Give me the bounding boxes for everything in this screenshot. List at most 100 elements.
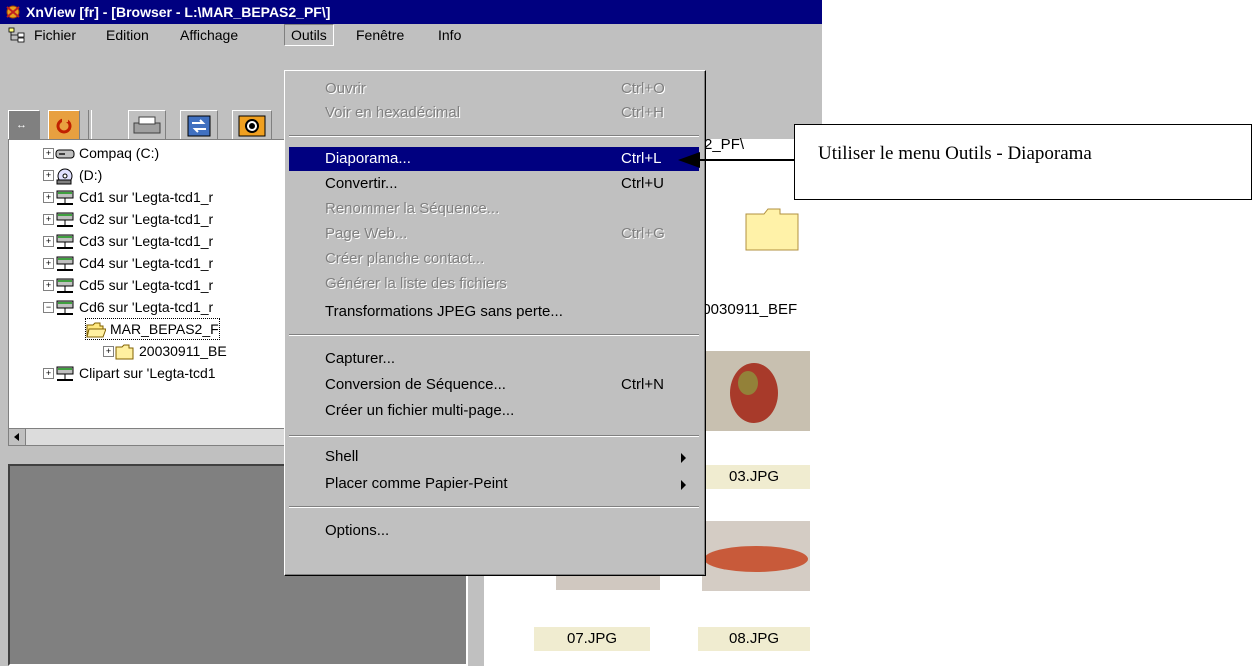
menu-item-liste-fichiers[interactable]: Générer la liste des fichiers [289,272,699,296]
tree-node[interactable]: MAR_BEPAS2_F [85,318,220,340]
item-label: Capturer... [325,350,396,367]
expand-icon[interactable]: + [43,368,54,379]
tree-node-label: Cd6 sur 'Legta-tcd1_r [79,299,214,315]
menu-info-label: Info [438,27,462,43]
menu-item-page-web[interactable]: Page Web... Ctrl+G [289,222,699,246]
tree-node-label: Cd1 sur 'Legta-tcd1_r [79,189,214,205]
open-folder-icon [86,322,107,338]
expand-icon[interactable]: + [43,258,54,269]
thumbnail-08[interactable] [702,521,810,591]
folder-icon [115,344,134,360]
menu-info[interactable]: Info [438,24,461,46]
menu-affichage-label: Affichage [180,27,239,43]
printer-icon [133,116,161,134]
item-shortcut: Ctrl+H [621,104,664,121]
menu-item-diaporama[interactable]: Diaporama... Ctrl+L [289,147,699,171]
tree-node[interactable]: (D:) [55,164,102,186]
item-label: Diaporama... [325,150,411,167]
folder-icon[interactable] [744,204,800,252]
tree-node[interactable]: Cd5 sur 'Legta-tcd1_r [55,274,213,296]
menu-item-conversion-sequence[interactable]: Conversion de Séquence... Ctrl+N [289,373,699,397]
item-label: Page Web... [325,225,408,242]
cdrom-icon [56,168,73,185]
menu-item-capturer[interactable]: Capturer... [289,347,699,371]
expand-icon[interactable]: + [103,346,114,357]
tree-node-label: Cd5 sur 'Legta-tcd1_r [79,277,214,293]
thumbnail-03[interactable] [704,351,810,431]
tree-node[interactable]: Cd2 sur 'Legta-tcd1_r [55,208,213,230]
item-label: Placer comme Papier-Peint [325,475,508,492]
mango-image [704,351,810,431]
menu-fichier-label: Fichier [34,27,77,43]
item-label: Créer planche contact... [325,250,485,267]
toggle-view-button[interactable]: ↔ [8,110,40,142]
collapse-icon[interactable]: − [43,302,54,313]
expand-icon[interactable]: + [43,236,54,247]
menu-item-convertir[interactable]: Convertir... Ctrl+U [289,172,699,196]
item-label: Générer la liste des fichiers [325,275,507,292]
tree-node[interactable]: Cd1 sur 'Legta-tcd1_r [55,186,213,208]
thumbnail-label-08[interactable]: 08.JPG [698,627,810,651]
refresh-button[interactable] [48,110,80,142]
item-label: Renommer la Séquence... [325,200,500,217]
thumbnail-label-03[interactable]: 03.JPG [698,465,810,489]
item-shortcut: Ctrl+O [621,80,665,97]
tree-node[interactable]: 20030911_BE [115,340,227,362]
xnview-logo-icon [6,5,20,19]
item-label: Transformations JPEG sans perte... [325,303,563,320]
capture-button[interactable] [232,110,272,142]
scroll-left-button[interactable] [9,429,26,445]
tree-horizontal-scrollbar[interactable] [8,428,304,446]
menu-item-options[interactable]: Options... [289,519,699,543]
tree-node[interactable]: Cd6 sur 'Legta-tcd1_r [55,296,213,318]
network-drive-icon [56,234,74,250]
folder-tree[interactable]: + Compaq (C:) + (D:) + Cd1 sur 'Legta-tcd1_r +… [8,139,306,429]
menu-item-multi-page[interactable]: Créer un fichier multi-page... [289,399,699,423]
tree-node-label: Clipart sur 'Legta-tcd1 [79,365,216,381]
expand-icon[interactable]: + [43,148,54,159]
menu-item-planche-contact[interactable]: Créer planche contact... [289,247,699,271]
expand-icon[interactable]: + [43,170,54,181]
thumbnail-label-07[interactable]: 07.JPG [534,627,650,651]
tree-node[interactable]: Cd4 sur 'Legta-tcd1_r [55,252,213,274]
menu-edition-label: Edition [106,27,149,43]
menu-item-papier-peint[interactable]: Placer comme Papier-Peint [289,472,699,496]
menu-affichage[interactable]: Affichage [180,24,238,46]
menu-fichier[interactable]: Fichier [34,24,76,46]
menu-item-renommer-sequence[interactable]: Renommer la Séquence... [289,197,699,221]
network-drive-icon [56,256,74,272]
menu-item-ouvrir[interactable]: Ouvrir Ctrl+O [289,77,699,101]
menu-item-hexadecimal[interactable]: Voir en hexadécimal Ctrl+H [289,101,699,125]
item-label: Ouvrir [325,80,366,97]
drive-icon [55,149,75,159]
tree-node[interactable]: Cd3 sur 'Legta-tcd1_r [55,230,213,252]
folder-label[interactable]: 20030911_BEF [694,301,797,318]
menu-edition[interactable]: Edition [106,24,149,46]
outils-dropdown-menu: Ouvrir Ctrl+O Voir en hexadécimal Ctrl+H D… [284,70,706,576]
menu-fenetre[interactable]: Fenêtre [356,24,404,46]
item-shortcut: Ctrl+N [621,376,664,393]
menu-item-shell[interactable]: Shell [289,445,699,469]
tree-node-label: Cd3 sur 'Legta-tcd1_r [79,233,214,249]
window-title: XnView [fr] - [Browser - L:\MAR_BEPAS2_P… [26,4,331,20]
expand-icon[interactable]: + [43,214,54,225]
menu-item-transformations-jpeg[interactable]: Transformations JPEG sans perte... [289,300,699,324]
tree-node[interactable]: Compaq (C:) [55,142,159,164]
expand-icon[interactable]: + [43,280,54,291]
title-bar[interactable]: XnView [fr] - [Browser - L:\MAR_BEPAS2_P… [0,0,822,24]
convert-button[interactable] [180,110,218,142]
item-label: Shell [325,448,359,465]
network-drive-icon [56,300,74,316]
menu-separator [289,334,699,336]
document-tree-icon[interactable] [8,27,26,43]
tree-node[interactable]: Clipart sur 'Legta-tcd1 [55,362,216,384]
menu-outils[interactable]: Outils [284,24,334,46]
menu-bar: Fichier Edition Affichage Outils Fenêtre… [0,24,822,46]
submenu-arrow-icon [681,453,686,463]
expand-icon[interactable]: + [43,192,54,203]
menu-fenetre-label: Fenêtre [356,27,405,43]
menu-separator [289,435,699,437]
camera-icon [238,115,266,137]
print-button[interactable] [128,110,166,142]
item-label: Convertir... [325,175,398,192]
